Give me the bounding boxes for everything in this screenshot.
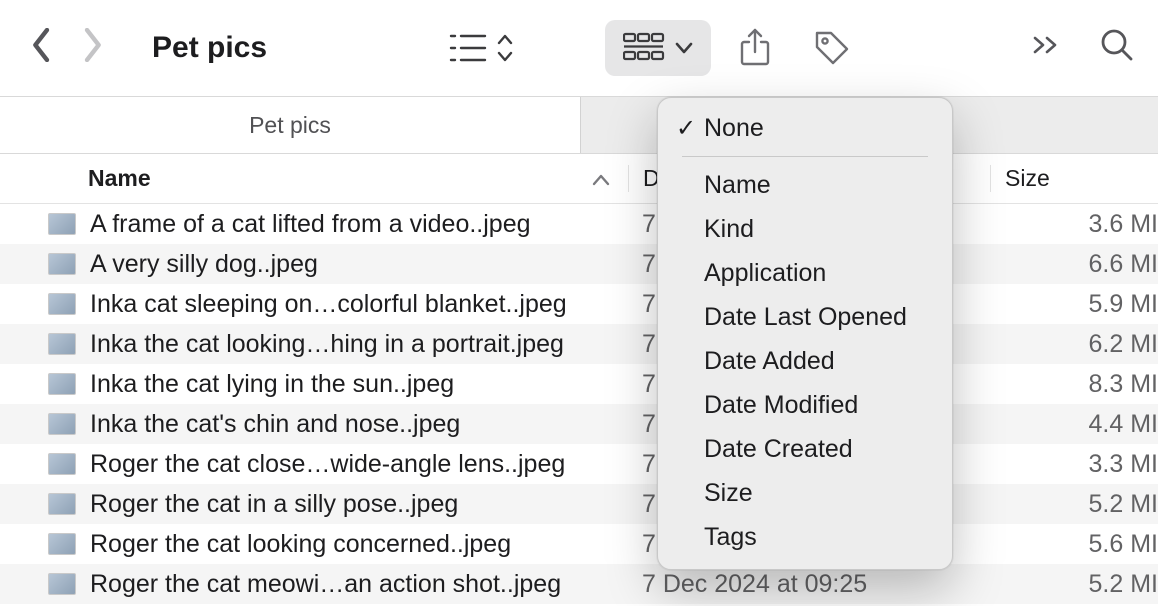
file-name-cell: Inka cat sleeping on…colorful blanket..j…: [0, 290, 628, 319]
column-headers: Name D Size: [0, 154, 1158, 204]
file-row[interactable]: A very silly dog..jpeg76.6 MI: [0, 244, 1158, 284]
file-thumbnail: [48, 413, 76, 435]
file-size-cell: 3.6 MI: [990, 210, 1158, 239]
file-name-cell: Roger the cat looking concerned..jpeg: [0, 530, 628, 559]
file-row[interactable]: Inka the cat lying in the sun..jpeg78.3 …: [0, 364, 1158, 404]
nav-arrows: [32, 28, 102, 69]
group-menu-item-none[interactable]: None: [658, 106, 952, 150]
file-name-cell: Inka the cat lying in the sun..jpeg: [0, 370, 628, 399]
chevron-double-right-icon: [1032, 35, 1060, 55]
file-date-cell: 7 Dec 2024 at 09:25: [628, 570, 990, 599]
overflow-button[interactable]: [1032, 34, 1060, 62]
view-mode-button[interactable]: [435, 20, 527, 76]
file-list: A frame of a cat lifted from a video..jp…: [0, 204, 1158, 604]
file-name-label: A very silly dog..jpeg: [90, 250, 318, 279]
share-icon: [739, 28, 771, 68]
column-header-name[interactable]: Name: [0, 165, 628, 192]
file-size-cell: 5.6 MI: [990, 530, 1158, 559]
file-name-label: Roger the cat in a silly pose..jpeg: [90, 490, 458, 519]
file-name-label: Inka the cat lying in the sun..jpeg: [90, 370, 454, 399]
group-menu-item-date-last-opened[interactable]: Date Last Opened: [658, 295, 952, 339]
file-size-cell: 5.9 MI: [990, 290, 1158, 319]
group-by-button[interactable]: [605, 20, 711, 76]
search-button[interactable]: [1100, 28, 1134, 69]
file-row[interactable]: Roger the cat in a silly pose..jpeg75.2 …: [0, 484, 1158, 524]
back-button[interactable]: [32, 28, 52, 69]
file-name-label: A frame of a cat lifted from a video..jp…: [90, 210, 531, 239]
file-thumbnail: [48, 573, 76, 595]
sort-ascending-icon: [592, 165, 610, 192]
file-name-cell: Inka the cat's chin and nose..jpeg: [0, 410, 628, 439]
share-button[interactable]: [725, 20, 785, 76]
group-menu-item-name[interactable]: Name: [658, 163, 952, 207]
file-row[interactable]: Inka the cat looking…hing in a portrait.…: [0, 324, 1158, 364]
group-menu-item-tags[interactable]: Tags: [658, 515, 952, 559]
file-size-cell: 6.6 MI: [990, 250, 1158, 279]
file-size-cell: 8.3 MI: [990, 370, 1158, 399]
file-name-label: Inka the cat looking…hing in a portrait.…: [90, 330, 564, 359]
column-header-size-label: Size: [1005, 165, 1050, 191]
tab-active[interactable]: Pet pics: [0, 97, 580, 153]
group-menu-item-application[interactable]: Application: [658, 251, 952, 295]
file-name-cell: Roger the cat in a silly pose..jpeg: [0, 490, 628, 519]
group-menu-item-date-modified[interactable]: Date Modified: [658, 383, 952, 427]
chevron-down-icon: [675, 42, 693, 54]
file-thumbnail: [48, 213, 76, 235]
toolbar: Pet pics: [0, 0, 1158, 96]
file-name-label: Roger the cat meowi…an action shot..jpeg: [90, 570, 561, 599]
file-thumbnail: [48, 453, 76, 475]
file-name-label: Inka the cat's chin and nose..jpeg: [90, 410, 460, 439]
search-icon: [1100, 28, 1134, 62]
group-menu-item-size[interactable]: Size: [658, 471, 952, 515]
file-name-cell: Roger the cat meowi…an action shot..jpeg: [0, 570, 628, 599]
window-title: Pet pics: [152, 31, 267, 65]
file-thumbnail: [48, 333, 76, 355]
tab-bar: Pet pics: [0, 96, 1158, 154]
file-name-label: Roger the cat close…wide-angle lens..jpe…: [90, 450, 565, 479]
group-icon: [623, 31, 665, 65]
tag-button[interactable]: [799, 20, 865, 76]
file-row[interactable]: Roger the cat looking concerned..jpeg75.…: [0, 524, 1158, 564]
file-name-cell: Inka the cat looking…hing in a portrait.…: [0, 330, 628, 359]
file-name-cell: A frame of a cat lifted from a video..jp…: [0, 210, 628, 239]
column-header-name-label: Name: [88, 165, 151, 192]
file-size-cell: 6.2 MI: [990, 330, 1158, 359]
file-row[interactable]: Inka cat sleeping on…colorful blanket..j…: [0, 284, 1158, 324]
column-header-size[interactable]: Size: [990, 165, 1158, 192]
file-size-cell: 4.4 MI: [990, 410, 1158, 439]
tag-icon: [813, 29, 851, 67]
file-name-label: Inka cat sleeping on…colorful blanket..j…: [90, 290, 567, 319]
file-thumbnail: [48, 253, 76, 275]
group-menu-item-kind[interactable]: Kind: [658, 207, 952, 251]
file-size-cell: 5.2 MI: [990, 490, 1158, 519]
file-name-cell: A very silly dog..jpeg: [0, 250, 628, 279]
file-size-cell: 3.3 MI: [990, 450, 1158, 479]
group-by-menu: NoneNameKindApplicationDate Last OpenedD…: [657, 97, 953, 570]
file-row[interactable]: Roger the cat meowi…an action shot..jpeg…: [0, 564, 1158, 604]
file-name-label: Roger the cat looking concerned..jpeg: [90, 530, 511, 559]
file-thumbnail: [48, 293, 76, 315]
file-thumbnail: [48, 533, 76, 555]
file-row[interactable]: Inka the cat's chin and nose..jpeg74.4 M…: [0, 404, 1158, 444]
file-thumbnail: [48, 373, 76, 395]
file-size-cell: 5.2 MI: [990, 570, 1158, 599]
group-menu-item-date-created[interactable]: Date Created: [658, 427, 952, 471]
forward-button[interactable]: [82, 28, 102, 69]
file-name-cell: Roger the cat close…wide-angle lens..jpe…: [0, 450, 628, 479]
menu-separator: [682, 156, 928, 157]
group-menu-item-date-added[interactable]: Date Added: [658, 339, 952, 383]
file-row[interactable]: A frame of a cat lifted from a video..jp…: [0, 204, 1158, 244]
file-row[interactable]: Roger the cat close…wide-angle lens..jpe…: [0, 444, 1158, 484]
file-thumbnail: [48, 493, 76, 515]
